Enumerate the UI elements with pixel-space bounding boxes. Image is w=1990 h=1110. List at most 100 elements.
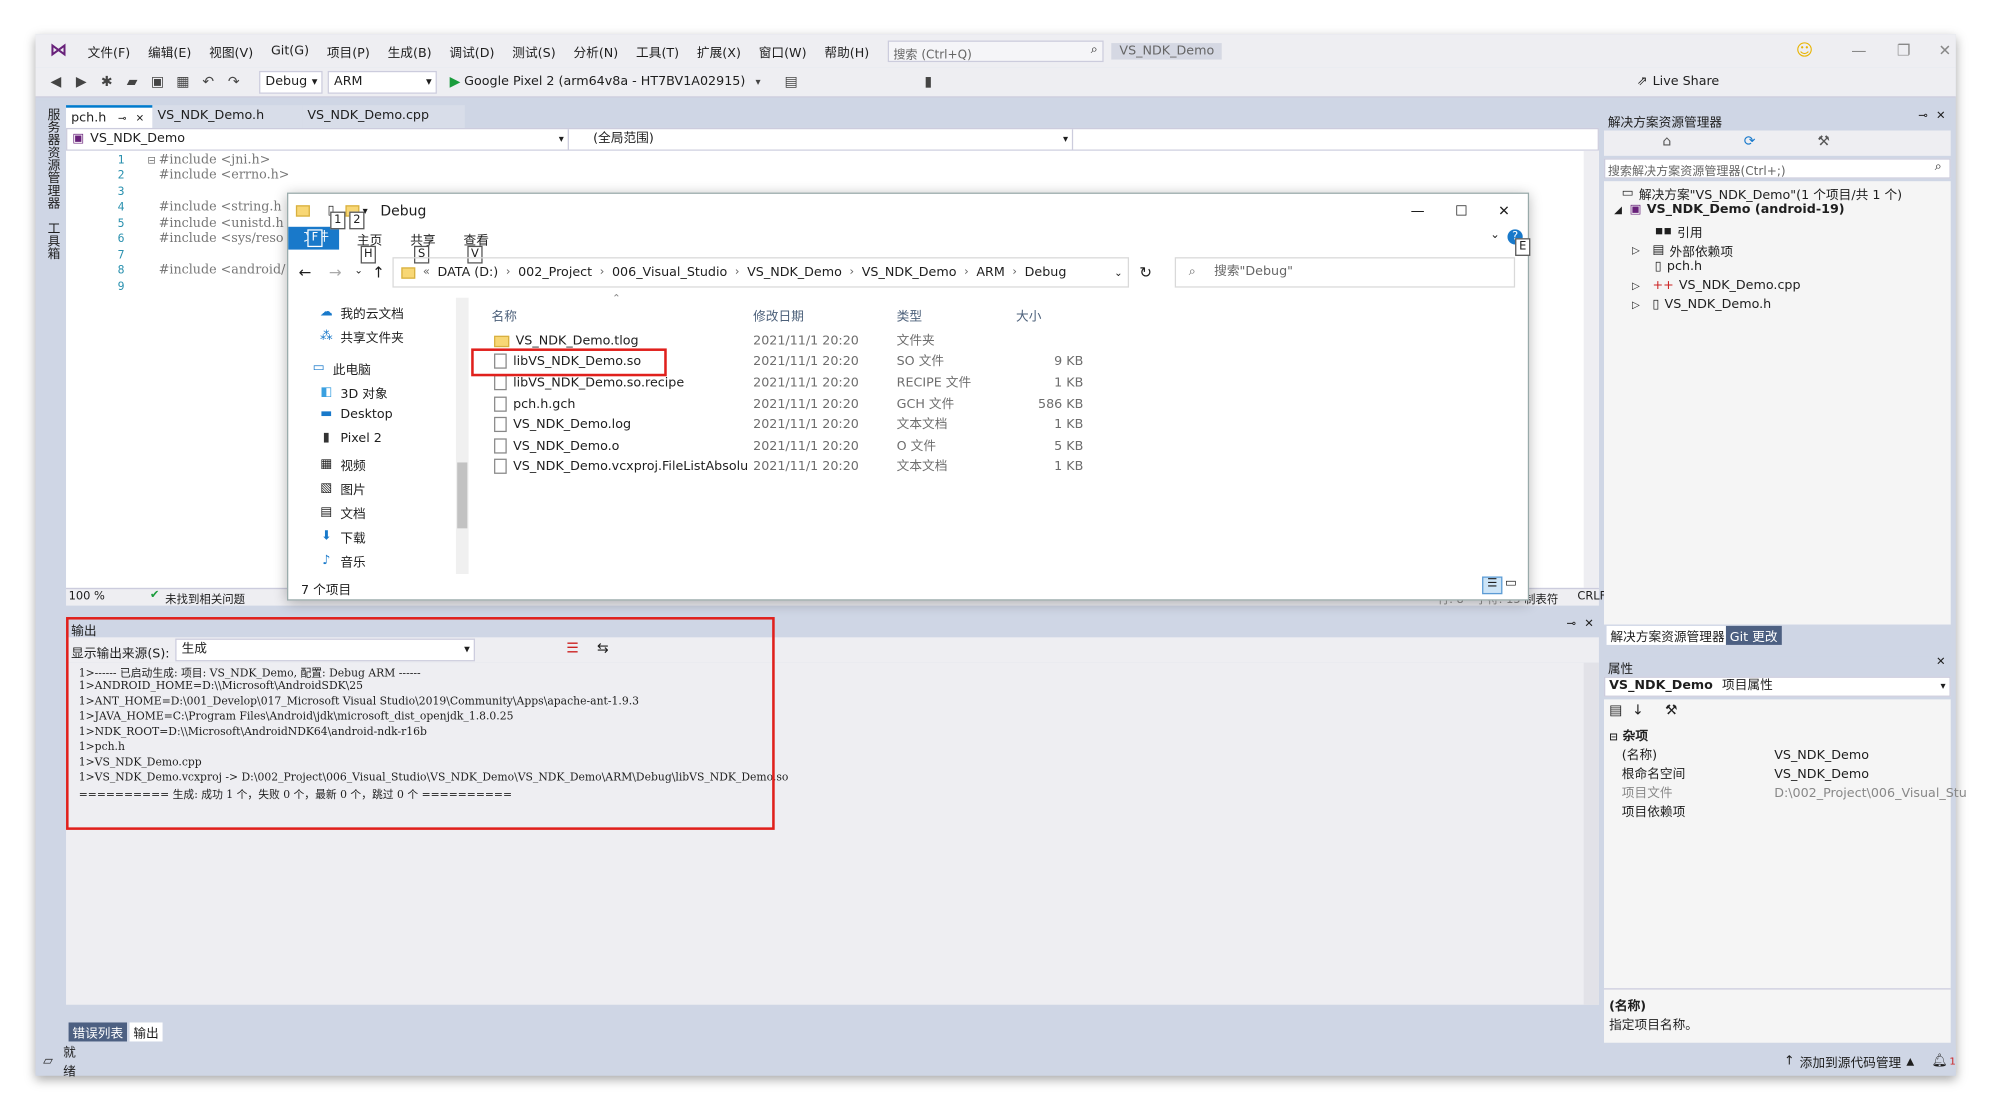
properties-object-selector[interactable]: VS_NDK_Demo 项目属性 ▾ <box>1604 676 1951 697</box>
file-row[interactable]: VS_NDK_Demo.log 2021/11/1 20:20 文本文档 1 K… <box>491 416 1101 436</box>
close-button[interactable]: ✕ <box>1939 42 1952 60</box>
breadcrumb[interactable]: DATA (D:) <box>438 265 499 279</box>
large-icons-view-icon[interactable]: ▭ <box>1505 576 1517 590</box>
property-row[interactable]: (名称) VS_NDK_Demo <box>1604 746 1951 765</box>
tab-pch-h[interactable]: pch.h ⊸ ✕ <box>66 105 153 128</box>
close-button[interactable]: ✕ <box>1498 202 1510 218</box>
nav-item-pixel-2[interactable]: ▮ Pixel 2 <box>319 431 382 446</box>
explorer-search-box[interactable]: ⌕ 搜索"Debug" <box>1174 257 1516 288</box>
nav-item-music[interactable]: ♪ 音乐 <box>319 551 365 570</box>
menu-edit[interactable]: 编辑(E) <box>139 41 200 60</box>
pin-icon[interactable]: ⊸ <box>1566 618 1576 631</box>
tab-output[interactable]: 输出 <box>129 1022 163 1042</box>
file-row[interactable]: VS_NDK_Demo.vcxproj.FileListAbsolut... 2… <box>491 457 1101 477</box>
back-arrow-icon[interactable]: ← <box>298 264 311 282</box>
tree-item-pch-h[interactable]: ▯ pch.h <box>1655 260 1702 274</box>
close-icon[interactable]: ✕ <box>1936 110 1946 123</box>
minimize-button[interactable]: — <box>1411 202 1425 218</box>
refresh-icon[interactable]: ↻ <box>1139 264 1152 282</box>
chevron-down-icon[interactable]: ▾ <box>748 72 768 92</box>
expand-ribbon-icon[interactable]: ⌄ <box>1490 229 1500 242</box>
menu-tools[interactable]: 工具(T) <box>627 41 688 60</box>
breadcrumb[interactable]: ARM <box>976 265 1004 279</box>
maximize-button[interactable]: ☐ <box>1455 202 1468 218</box>
restore-button[interactable]: ❐ <box>1897 42 1911 60</box>
toolbox-tab[interactable]: 工具箱 <box>42 222 61 260</box>
nav-scrollbar[interactable] <box>455 297 469 574</box>
column-type[interactable]: 类型 <box>897 305 922 324</box>
close-icon[interactable]: ✕ <box>136 113 145 124</box>
column-size[interactable]: 大小 <box>1016 305 1041 324</box>
start-debugging-icon[interactable]: ▶ <box>450 73 461 89</box>
breadcrumb[interactable]: Debug <box>1025 265 1067 279</box>
menu-project[interactable]: 项目(P) <box>318 41 379 60</box>
source-control-button[interactable]: 添加到源代码管理 <box>1800 1051 1902 1070</box>
menu-debug[interactable]: 调试(D) <box>441 41 504 60</box>
file-row[interactable]: libVS_NDK_Demo.so.recipe 2021/11/1 20:20… <box>491 374 1101 394</box>
chevron-down-icon[interactable]: ⌄ <box>1114 267 1123 278</box>
menu-extensions[interactable]: 扩展(X) <box>688 41 750 60</box>
overflow-icon[interactable]: « <box>423 266 430 279</box>
live-share-button[interactable]: ⇗ Live Share <box>1637 75 1719 89</box>
nav-item-this-pc[interactable]: ▭ 此电脑 <box>311 359 371 377</box>
tree-item-external-deps[interactable]: ▷ ▤ 外部依赖项 <box>1632 241 1733 259</box>
editor-vertical-scrollbar[interactable] <box>1583 150 1599 588</box>
save-icon[interactable]: ▣ <box>147 72 167 92</box>
recent-chevron-icon[interactable]: ⌄ <box>354 265 363 276</box>
address-bar[interactable]: « DATA (D:) › 002_Project › 006_Visual_Stu… <box>392 257 1130 288</box>
tree-item-project[interactable]: ◢ ▣ VS_NDK_Demo (android-19) <box>1614 203 1844 217</box>
configuration-dropdown[interactable]: Debug <box>259 70 323 94</box>
nav-item-3d-objects[interactable]: ◧ 3D 对象 <box>319 383 387 402</box>
project-dropdown[interactable]: ▣ VS_NDK_Demo ▾ <box>67 129 569 150</box>
toolbox-icon[interactable]: ▤ <box>781 72 801 92</box>
menu-analyze[interactable]: 分析(N) <box>565 41 628 60</box>
file-row[interactable]: pch.h.gch 2021/11/1 20:20 GCH 文件 586 KB <box>491 395 1101 415</box>
column-name[interactable]: 名称 <box>491 305 516 324</box>
output-vertical-scrollbar[interactable] <box>1583 662 1599 1005</box>
nav-item-cloud-docs[interactable]: ☁ 我的云文档 <box>319 303 404 322</box>
details-view-icon[interactable]: ☰ <box>1482 576 1503 595</box>
issues-status[interactable]: 未找到相关问题 <box>165 590 245 607</box>
minimize-button[interactable]: — <box>1851 42 1866 60</box>
nav-item-shared-folder[interactable]: ⁂ 共享文件夹 <box>319 327 404 346</box>
nav-item-pictures[interactable]: ▧ 图片 <box>319 479 365 498</box>
bookmark-icon[interactable]: ▮ <box>918 72 938 92</box>
refresh-icon[interactable]: ⟳ <box>1744 133 1756 149</box>
breadcrumb[interactable]: 002_Project <box>518 265 592 279</box>
notifications-icon[interactable]: 🔔︎ <box>1932 1054 1948 1068</box>
category-row[interactable]: ⊟ 杂项 <box>1604 727 1951 746</box>
pin-icon[interactable]: ⊸ <box>118 113 127 124</box>
tree-item-references[interactable]: ▪▪ 引用 <box>1655 222 1703 240</box>
undo-icon[interactable]: ↶ <box>198 72 218 92</box>
tab-error-list[interactable]: 错误列表 <box>68 1022 127 1042</box>
menu-view[interactable]: 视图(V) <box>200 41 262 60</box>
file-row[interactable]: VS_NDK_Demo.o 2021/11/1 20:20 O 文件 5 KB <box>491 437 1101 457</box>
nav-item-documents[interactable]: ▤ 文档 <box>319 503 365 522</box>
nav-item-videos[interactable]: ▦ 视频 <box>319 455 365 474</box>
forward-arrow-icon[interactable]: → <box>329 264 342 282</box>
tab-git-changes[interactable]: Git 更改 <box>1725 625 1782 645</box>
categorized-icon[interactable]: ▤ <box>1609 702 1622 718</box>
tab-vs-ndk-demo-cpp[interactable]: VS_NDK_Demo.cpp <box>302 105 465 128</box>
menu-test[interactable]: 测试(S) <box>503 41 564 60</box>
open-folder-icon[interactable]: ▰ <box>122 72 142 92</box>
feedback-icon[interactable]: ☺ <box>1796 41 1813 60</box>
new-project-icon[interactable]: ✱ <box>97 72 117 92</box>
close-icon[interactable]: ✕ <box>1584 618 1594 631</box>
server-explorer-tab[interactable]: 服务器资源管理器 <box>42 108 61 209</box>
back-icon[interactable]: ◀ <box>46 72 66 92</box>
tab-vs-ndk-demo-h[interactable]: VS_NDK_Demo.h <box>152 105 303 128</box>
nav-item-desktop[interactable]: ▬ Desktop <box>319 407 392 422</box>
tab-solution-explorer[interactable]: 解决方案资源管理器 <box>1606 625 1729 645</box>
redo-icon[interactable]: ↷ <box>224 72 244 92</box>
tree-item-cpp[interactable]: ▷ ++ VS_NDK_Demo.cpp <box>1632 279 1801 293</box>
wrench-icon[interactable]: ⚒ <box>1817 133 1830 149</box>
platform-dropdown[interactable]: ARM <box>327 70 437 94</box>
zoom-level[interactable]: 100 % <box>69 590 105 603</box>
column-date[interactable]: 修改日期 <box>753 305 804 324</box>
breadcrumb[interactable]: 006_Visual_Studio <box>612 265 727 279</box>
menu-file[interactable]: 文件(F) <box>79 41 139 60</box>
scrollbar-thumb[interactable] <box>457 462 468 529</box>
solution-search[interactable]: 搜索解决方案资源管理器(Ctrl+;) ⌕ <box>1604 158 1951 179</box>
search-box[interactable]: 搜索 (Ctrl+Q) ⌕ <box>888 39 1105 62</box>
